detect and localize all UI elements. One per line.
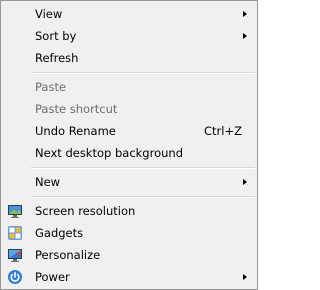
submenu-arrow-icon (243, 33, 247, 39)
menu-item-personalize[interactable]: Personalize (3, 245, 255, 265)
submenu-arrow-icon (243, 274, 247, 280)
desktop-context-menu: View Sort by Refresh Paste Paste shortcu… (0, 0, 258, 290)
menu-item-label: Personalize (35, 248, 101, 262)
menu-item-shortcut: Ctrl+Z (204, 124, 242, 138)
screen-resolution-icon (8, 205, 22, 218)
menu-item-label: Paste (35, 80, 67, 94)
menu-item-label: Power (35, 270, 70, 284)
gadgets-icon (8, 226, 22, 240)
menu-item-label: Next desktop background (35, 146, 183, 160)
menu-item-next-desktop-background[interactable]: Next desktop background (3, 143, 255, 163)
menu-item-label: Paste shortcut (35, 102, 118, 116)
menu-item-gadgets[interactable]: Gadgets (3, 223, 255, 243)
menu-item-new[interactable]: New (3, 172, 255, 192)
menu-item-refresh[interactable]: Refresh (3, 48, 255, 68)
menu-item-label: Refresh (35, 51, 79, 65)
menu-item-label: Gadgets (35, 226, 84, 240)
menu-item-undo-rename[interactable]: Undo Rename Ctrl+Z (3, 121, 255, 141)
menu-item-screen-resolution[interactable]: Screen resolution (3, 201, 255, 221)
menu-separator (31, 196, 255, 198)
menu-separator (31, 72, 255, 74)
menu-item-sort-by[interactable]: Sort by (3, 26, 255, 46)
menu-item-power[interactable]: Power (3, 267, 255, 287)
menu-item-paste-shortcut[interactable]: Paste shortcut (3, 99, 255, 119)
menu-item-paste[interactable]: Paste (3, 77, 255, 97)
menu-item-label: View (35, 7, 63, 21)
menu-item-label: Screen resolution (35, 204, 136, 218)
submenu-arrow-icon (243, 179, 247, 185)
menu-item-label: Undo Rename (35, 124, 116, 138)
personalize-icon (8, 249, 22, 262)
power-icon (8, 270, 22, 284)
menu-separator (31, 167, 255, 169)
submenu-arrow-icon (243, 11, 247, 17)
menu-item-view[interactable]: View (3, 4, 255, 24)
menu-item-label: New (35, 175, 61, 189)
menu-item-label: Sort by (35, 29, 77, 43)
